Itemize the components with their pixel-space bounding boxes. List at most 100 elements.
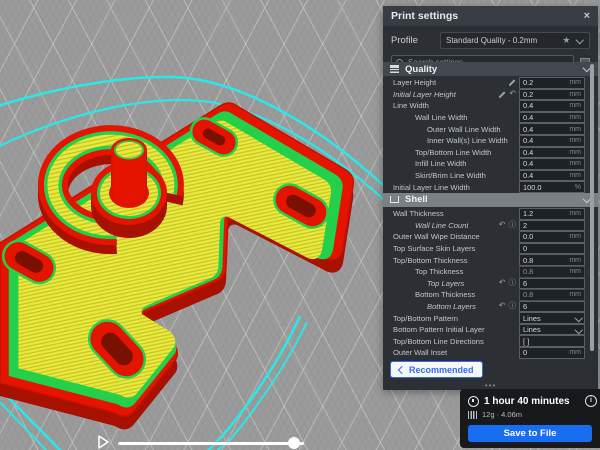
setting-value: 0 <box>523 348 527 357</box>
setting-label: Outer Wall Line Width <box>393 125 501 134</box>
setting-value-field[interactable]: 0.8 mm <box>519 254 585 266</box>
setting-row: Wall Line Width 0.4mm <box>383 112 598 124</box>
setting-value-field[interactable]: 0.8mm <box>519 266 585 278</box>
setting-value-cell: Lines <box>519 312 585 324</box>
setting-value: 0.4 <box>523 148 533 157</box>
setting-value-field[interactable]: 0.8mm <box>519 289 585 301</box>
setting-value-field[interactable]: 0.4mm <box>519 123 585 135</box>
profile-row: Profile Standard Quality - 0.2mm ★ <box>383 26 598 53</box>
setting-value: 0.8 <box>523 256 533 265</box>
setting-unit: mm <box>569 291 581 298</box>
chevron-left-icon <box>398 365 406 373</box>
setting-row: Bottom Layers6 <box>383 301 598 313</box>
setting-dropdown[interactable]: Lines <box>519 312 585 324</box>
setting-value-cell: 0.2mm <box>519 89 585 101</box>
setting-value-field[interactable]: 0.4mm <box>519 147 585 159</box>
setting-row: Top/Bottom Thickness0.8mm <box>383 254 598 266</box>
setting-value-field[interactable]: 6 <box>519 278 585 290</box>
revert-icon[interactable] <box>509 90 516 98</box>
chevron-down-icon <box>574 314 582 322</box>
setting-value: 0.4 <box>523 101 533 110</box>
setting-value-cell: 0.4mm <box>519 170 585 182</box>
setting-value-field[interactable]: 1.2mm <box>519 208 585 220</box>
setting-label: Layer Height <box>393 78 436 87</box>
setting-label: Initial Layer Line Width <box>393 183 470 192</box>
setting-value: 0.2 <box>523 90 533 99</box>
setting-value-cell: 0 <box>519 243 585 255</box>
setting-dropdown[interactable]: Lines <box>519 324 585 336</box>
revert-icon[interactable] <box>499 302 506 310</box>
revert-icon[interactable] <box>499 279 506 287</box>
setting-value-cell: 100.0% <box>519 181 585 193</box>
setting-label: Top Thickness <box>393 267 463 276</box>
setting-value-cell: 0.4mm <box>519 147 585 159</box>
info-icon[interactable]: i <box>585 395 597 407</box>
setting-value-field[interactable]: 0.0mm <box>519 231 585 243</box>
setting-label: Top/Bottom Pattern <box>393 314 458 323</box>
setting-value-field[interactable]: 0.4mm <box>519 100 585 112</box>
chevron-down-icon <box>574 326 582 334</box>
setting-value-field[interactable]: 0.2mm <box>519 89 585 101</box>
setting-label: Initial Layer Height <box>393 90 456 99</box>
profile-label: Profile <box>391 35 440 46</box>
setting-unit: mm <box>569 172 581 179</box>
setting-value-cell: 0.8mm <box>519 266 585 278</box>
setting-value-field[interactable]: 0.4mm <box>519 170 585 182</box>
setting-row: Infill Line Width0.4mm <box>383 158 598 170</box>
filament-spool-icon <box>468 411 477 419</box>
playback-slider-track[interactable] <box>118 442 304 445</box>
chevron-down-icon <box>582 64 590 72</box>
recommended-label: Recommended <box>409 365 474 375</box>
setting-row: Outer Wall Inset0mm <box>383 347 598 359</box>
setting-value-cell: 0.8mm <box>519 289 585 301</box>
section-header-quality[interactable]: Quality <box>383 62 598 76</box>
setting-value: Lines <box>523 314 541 323</box>
setting-value-field[interactable]: 0.2mm <box>519 77 585 89</box>
setting-value-field[interactable]: 2 <box>519 220 585 232</box>
setting-row: Top Surface Skin Layers 0 <box>383 243 598 255</box>
print-estimate-box: 1 hour 40 minutes i 12g · 4.06m Save to … <box>460 389 600 448</box>
revert-icon[interactable] <box>499 221 506 229</box>
panel-header[interactable]: Print settings × <box>383 6 598 26</box>
close-icon[interactable]: × <box>584 10 590 22</box>
setting-label: Outer Wall Wipe Distance <box>393 232 480 241</box>
section-header-shell[interactable]: Shell <box>383 193 598 207</box>
play-button[interactable] <box>96 434 110 450</box>
profile-dropdown[interactable]: Standard Quality - 0.2mm ★ <box>440 32 590 49</box>
setting-icons <box>497 90 519 98</box>
setting-label: Top Surface Skin Layers <box>393 244 475 253</box>
playback-slider-handle[interactable] <box>288 437 300 449</box>
setting-value-field[interactable]: 100.0% <box>519 181 585 193</box>
setting-label: Line Width <box>393 101 429 110</box>
chevron-down-icon <box>582 195 590 203</box>
setting-row: Bottom Thickness 0.8mm <box>383 289 598 301</box>
setting-value: 0.2 <box>523 78 533 87</box>
setting-unit: % <box>575 184 581 191</box>
setting-row: Wall Thickness1.2mm <box>383 208 598 220</box>
setting-unit: mm <box>569 257 581 264</box>
setting-value-field[interactable]: 0mm <box>519 347 585 359</box>
setting-label: Wall Line Width <box>393 113 467 122</box>
setting-row: Line Width 0.4mm <box>383 100 598 112</box>
save-to-file-button[interactable]: Save to File <box>468 425 592 442</box>
setting-row: Inner Wall(s) Line Width0.4mm <box>383 135 598 147</box>
setting-row: Bottom Pattern Initial LayerLines <box>383 324 598 336</box>
setting-value-field[interactable]: 0.4mm <box>519 112 585 124</box>
setting-label: Bottom Thickness <box>393 290 475 299</box>
setting-value: 0.4 <box>523 113 533 122</box>
link-icon <box>507 79 516 87</box>
settings-scrollbar[interactable] <box>590 64 595 351</box>
setting-value-cell: 6 <box>519 278 585 290</box>
setting-unit: mm <box>569 126 581 133</box>
setting-value-field[interactable]: 0.4mm <box>519 135 585 147</box>
model-part[interactable] <box>0 103 353 429</box>
setting-value-field[interactable]: 0.4mm <box>519 158 585 170</box>
favorite-star-icon[interactable]: ★ <box>562 35 570 46</box>
setting-value-field[interactable]: 0 <box>519 243 585 255</box>
recommended-button[interactable]: Recommended <box>390 361 483 378</box>
setting-value-field[interactable]: [ ] <box>519 335 585 347</box>
info-icon <box>509 302 517 310</box>
setting-value: 6 <box>523 302 527 311</box>
setting-value-field[interactable]: 6 <box>519 301 585 313</box>
setting-row: Skirt/Brim Line Width0.4mm <box>383 170 598 182</box>
